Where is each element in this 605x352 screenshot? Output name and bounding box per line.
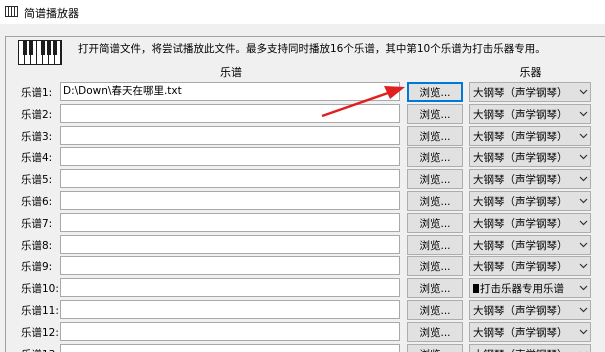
window-title: 简谱播放器 [24, 7, 79, 20]
browse-button[interactable]: 浏览... [407, 82, 463, 102]
instrument-name: 大钢琴（声学钢琴） [473, 86, 568, 99]
chevron-down-icon[interactable] [577, 257, 590, 275]
instrument-select-value: 大钢琴（声学钢琴） [473, 259, 577, 274]
instrument-select[interactable]: 大钢琴（声学钢琴） [469, 300, 591, 320]
browse-button[interactable]: 浏览... [407, 278, 463, 298]
score-label: 乐谱9: [21, 261, 53, 273]
instrument-name: 大钢琴（声学钢琴） [473, 239, 568, 252]
instrument-select-value: 大钢琴（声学钢琴） [473, 194, 577, 209]
instrument-select-value: 大钢琴（声学钢琴） [473, 85, 577, 100]
instrument-name: 大钢琴（声学钢琴） [473, 151, 568, 164]
instrument-select-value: 大钢琴（声学钢琴） [473, 129, 577, 144]
score-path-input[interactable] [60, 278, 400, 297]
instrument-select[interactable]: 大钢琴（声学钢琴） [469, 235, 591, 255]
instrument-name: 大钢琴（声学钢琴） [473, 173, 568, 186]
score-path-input[interactable] [60, 256, 400, 275]
score-label: 乐谱12: [21, 327, 59, 339]
instrument-select[interactable]: 大钢琴（声学钢琴） [469, 82, 591, 102]
score-path-input[interactable] [60, 147, 400, 166]
instrument-name: 大钢琴（声学钢琴） [473, 304, 568, 317]
chevron-down-icon[interactable] [577, 301, 590, 319]
score-label: 乐谱10: [21, 283, 59, 295]
score-path-input[interactable] [60, 213, 400, 232]
instrument-select[interactable]: 大钢琴（声学钢琴） [469, 191, 591, 211]
chevron-down-icon[interactable] [577, 323, 590, 341]
instrument-name: 大钢琴（声学钢琴） [473, 108, 568, 121]
drum-marker-icon [473, 283, 479, 293]
instrument-select-value: 大钢琴（声学钢琴） [473, 150, 577, 165]
chevron-down-icon[interactable] [577, 83, 590, 101]
app-piano-icon [5, 6, 18, 17]
instrument-select[interactable]: 大钢琴（声学钢琴） [469, 344, 591, 352]
piano-icon [18, 40, 62, 65]
instrument-name: 大钢琴（声学钢琴） [473, 326, 568, 339]
score-label: 乐谱2: [21, 109, 53, 121]
instrument-select-value: 大钢琴（声学钢琴） [473, 325, 577, 340]
score-path-input[interactable] [60, 104, 400, 123]
score-label: 乐谱8: [21, 240, 53, 252]
score-path-input[interactable] [60, 344, 400, 352]
chevron-down-icon[interactable] [577, 192, 590, 210]
score-label: 乐谱5: [21, 174, 53, 186]
column-header-score: 乐谱 [220, 66, 242, 79]
browse-button[interactable]: 浏览... [407, 191, 463, 211]
browse-button[interactable]: 浏览... [407, 235, 463, 255]
chevron-down-icon[interactable] [577, 279, 590, 297]
chevron-down-icon[interactable] [577, 127, 590, 145]
instrument-select-value: 大钢琴（声学钢琴） [473, 238, 577, 253]
score-path-input[interactable] [60, 300, 400, 319]
browse-button[interactable]: 浏览... [407, 126, 463, 146]
instrument-name: 大钢琴（声学钢琴） [473, 130, 568, 143]
score-label: 乐谱1: [21, 87, 53, 99]
instrument-name: 大钢琴（声学钢琴） [473, 349, 568, 352]
browse-button[interactable]: 浏览... [407, 213, 463, 233]
instrument-select[interactable]: 大钢琴（声学钢琴） [469, 169, 591, 189]
chevron-down-icon[interactable] [577, 105, 590, 123]
instrument-select-value: 大钢琴（声学钢琴） [473, 303, 577, 318]
instrument-name: 打击乐器专用乐谱 [480, 282, 564, 295]
score-label: 乐谱11: [21, 305, 59, 317]
score-label: 乐谱7: [21, 218, 53, 230]
instrument-select[interactable]: 大钢琴（声学钢琴） [469, 322, 591, 342]
browse-button[interactable]: 浏览... [407, 344, 463, 352]
chevron-down-icon[interactable] [577, 236, 590, 254]
score-path-input[interactable] [60, 322, 400, 341]
instrument-select-value: 大钢琴（声学钢琴） [473, 216, 577, 231]
browse-button[interactable]: 浏览... [407, 256, 463, 276]
instrument-select[interactable]: 大钢琴（声学钢琴） [469, 126, 591, 146]
browse-button[interactable]: 浏览... [407, 169, 463, 189]
chevron-down-icon[interactable] [577, 214, 590, 232]
info-text: 打开简谱文件，将尝试播放此文件。最多支持同时播放16个乐谱，其中第10个乐谱为打… [78, 43, 546, 55]
score-path-input[interactable]: D:\Down\春天在哪里.txt [60, 82, 400, 101]
score-path-input[interactable] [60, 126, 400, 145]
title-bar: 简谱播放器 [0, 0, 605, 24]
instrument-select-value: 大钢琴（声学钢琴） [473, 107, 577, 122]
score-path-input[interactable] [60, 235, 400, 254]
score-label: 乐谱3: [21, 131, 53, 143]
score-label: 乐谱13: [21, 347, 61, 352]
score-label: 乐谱6: [21, 196, 53, 208]
instrument-select-value: 大钢琴（声学钢琴） [473, 172, 577, 187]
chevron-down-icon[interactable] [577, 345, 590, 352]
chevron-down-icon[interactable] [577, 148, 590, 166]
browse-button[interactable]: 浏览... [407, 322, 463, 342]
instrument-name: 大钢琴（声学钢琴） [473, 260, 568, 273]
chevron-down-icon[interactable] [577, 170, 590, 188]
instrument-select[interactable]: 大钢琴（声学钢琴） [469, 104, 591, 124]
score-path-input[interactable] [60, 169, 400, 188]
column-header-instrument: 乐器 [519, 66, 542, 79]
instrument-select[interactable]: 大钢琴（声学钢琴） [469, 213, 591, 233]
instrument-name: 大钢琴（声学钢琴） [473, 217, 568, 230]
instrument-select-value: 大钢琴（声学钢琴） [473, 347, 577, 352]
browse-button[interactable]: 浏览... [407, 147, 463, 167]
browse-button[interactable]: 浏览... [407, 300, 463, 320]
score-path-input[interactable] [60, 191, 400, 210]
score-label: 乐谱4: [21, 152, 53, 164]
instrument-select-value: 打击乐器专用乐谱 [473, 281, 577, 296]
instrument-select[interactable]: 大钢琴（声学钢琴） [469, 256, 591, 276]
instrument-name: 大钢琴（声学钢琴） [473, 195, 568, 208]
instrument-select[interactable]: 大钢琴（声学钢琴） [469, 147, 591, 167]
instrument-select[interactable]: 打击乐器专用乐谱 [469, 278, 591, 298]
browse-button[interactable]: 浏览... [407, 104, 463, 124]
